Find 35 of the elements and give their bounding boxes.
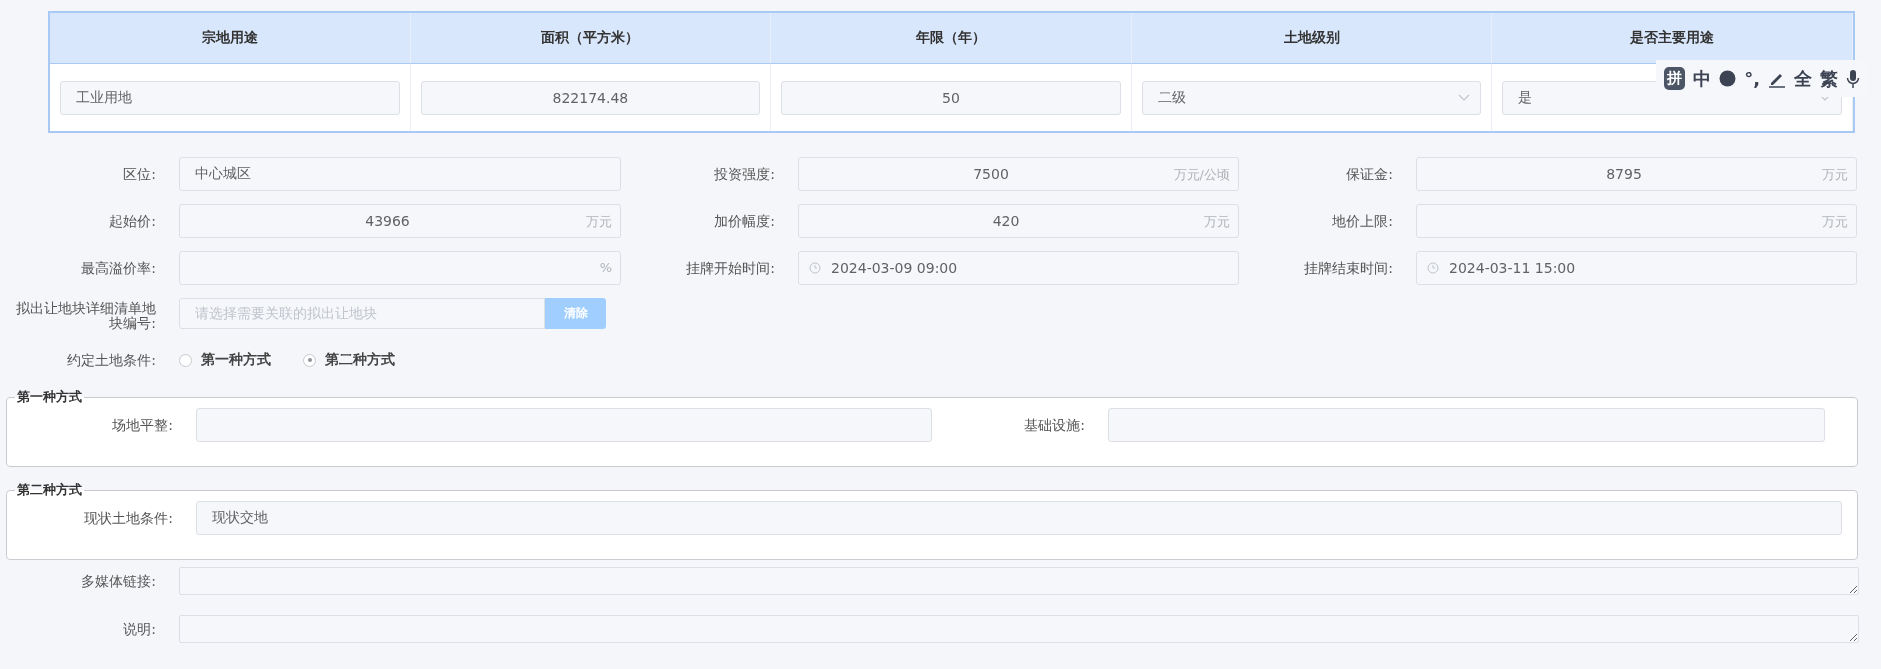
field-label: 多媒体链接: <box>81 573 157 589</box>
field-label: 最高溢价率: <box>81 260 157 276</box>
field-value: 7500 <box>973 166 1009 182</box>
field-label: 现状土地条件: <box>84 510 174 526</box>
unit-label: 万元 <box>1822 213 1848 231</box>
unit-label: % <box>599 260 612 275</box>
field-label: 场地平整: <box>112 417 174 433</box>
unit-label: 万元/公顷 <box>1173 166 1230 184</box>
field-label: 拟出让地块详细清单地块编号: <box>15 300 157 331</box>
field-label: 地价上限: <box>1332 213 1394 229</box>
unit-label: 万元 <box>1204 213 1230 231</box>
group-legend: 第一种方式 <box>15 388 84 406</box>
column-header: 土地级别 <box>1131 13 1493 64</box>
field-label: 约定土地条件: <box>67 352 157 368</box>
column-header: 宗地用途 <box>50 13 411 64</box>
field-value: 420 <box>992 213 1020 229</box>
field-label: 保证金: <box>1346 166 1394 182</box>
field-value: 2024-03-11 15:00 <box>1449 260 1576 276</box>
unit-label: 万元 <box>1822 166 1848 184</box>
group-legend: 第二种方式 <box>15 481 84 499</box>
column-header: 面积（平方米） <box>410 13 772 64</box>
column-header: 是否主要用途 <box>1492 13 1853 64</box>
column-header: 年限（年） <box>771 13 1132 64</box>
unit-label: 万元 <box>586 213 612 231</box>
field-label: 说明: <box>123 621 157 637</box>
field-label: 投资强度: <box>714 166 776 182</box>
field-value: 8795 <box>1606 166 1642 182</box>
field-label: 挂牌结束时间: <box>1304 260 1394 276</box>
field-label: 挂牌开始时间: <box>686 260 776 276</box>
field-label: 基础设施: <box>1024 417 1086 433</box>
field-value: 2024-03-09 09:00 <box>831 260 958 276</box>
field-label: 区位: <box>123 166 157 182</box>
field-label: 起始价: <box>109 213 157 229</box>
field-label: 加价幅度: <box>714 213 776 229</box>
field-value: 43966 <box>365 213 410 229</box>
